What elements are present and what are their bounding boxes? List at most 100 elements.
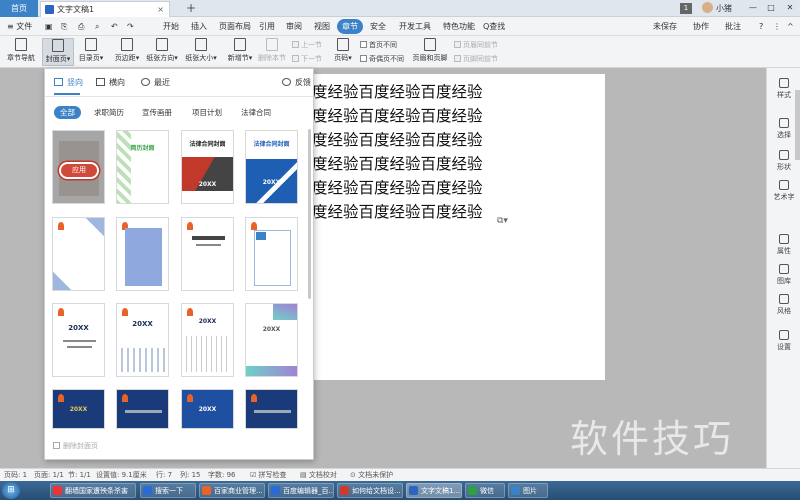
collab-button[interactable]: 协作 — [690, 19, 712, 34]
header-same-checkbox[interactable]: 页眉同前节 — [454, 40, 498, 51]
sidebar-properties[interactable]: 属性 — [767, 234, 800, 256]
cover-template[interactable] — [181, 217, 234, 291]
chip-resume[interactable]: 求职简历 — [88, 106, 130, 119]
search-button[interactable]: Q查找 — [480, 19, 508, 34]
paper-size-button[interactable]: 纸张大小▾ — [182, 38, 220, 63]
footer-same-checkbox[interactable]: 页脚同前节 — [454, 54, 498, 65]
doc-text-line[interactable]: 度经验百度经验百度经验 — [312, 176, 483, 198]
menu-item-features[interactable]: 特色功能 — [440, 19, 478, 34]
delete-cover-button[interactable]: 删除封面页 — [53, 441, 98, 451]
close-tab-icon[interactable]: × — [157, 2, 164, 17]
odd-even-diff-checkbox[interactable]: 奇偶页不同 — [360, 54, 404, 65]
minimize-button[interactable]: — — [744, 0, 762, 17]
new-section-button[interactable]: 新增节▾ — [224, 38, 256, 63]
tab-recent[interactable]: 最近 — [141, 76, 170, 90]
menu-item-insert[interactable]: 插入 — [188, 19, 210, 34]
toc-page-button[interactable]: 目录页▾ — [76, 38, 106, 63]
cover-template[interactable]: 法律合同封面 20XX — [181, 130, 234, 204]
menu-item-references[interactable]: 引用 — [256, 19, 278, 34]
open-icon[interactable]: ⎘ — [58, 19, 70, 34]
doc-text-line[interactable]: 度经验百度经验百度经验 — [312, 200, 483, 222]
delete-section-button[interactable]: 删除本节 — [256, 38, 288, 63]
cover-template[interactable] — [245, 217, 298, 291]
menu-item-review[interactable]: 审阅 — [283, 19, 305, 34]
taskbar-item[interactable]: 如何给文档设... — [337, 483, 403, 498]
cover-template[interactable]: 法律合同封面 20XX — [245, 130, 298, 204]
menu-item-layout[interactable]: 页面布局 — [216, 19, 254, 34]
more-icon[interactable]: ⋮ — [770, 19, 784, 34]
cover-template[interactable]: 20XX — [181, 389, 234, 429]
menu-item-view[interactable]: 视图 — [311, 19, 333, 34]
help-icon[interactable]: ? — [756, 19, 766, 34]
proofread-button[interactable]: ▤ 文档校对 — [300, 470, 337, 481]
page-number-button[interactable]: 页码▾ — [330, 38, 356, 63]
vertical-scrollbar[interactable] — [795, 90, 800, 160]
unsaved-status[interactable]: 未保存 — [650, 19, 680, 34]
chip-project[interactable]: 项目计划 — [186, 106, 228, 119]
start-button[interactable]: ⊞ — [2, 482, 20, 499]
undo-icon[interactable]: ↶ — [108, 19, 121, 34]
doc-text-line[interactable]: 度经验百度经验百度经验 — [312, 80, 483, 102]
cover-template[interactable]: 简历封面 — [116, 130, 169, 204]
menu-item-sections[interactable]: 章节 — [337, 19, 363, 34]
maximize-button[interactable]: □ — [762, 0, 780, 17]
menu-item-security[interactable]: 安全 — [367, 19, 389, 34]
header-footer-button[interactable]: 页眉和页脚 — [410, 38, 450, 63]
taskbar-item[interactable]: 图片 — [508, 483, 548, 498]
cover-template[interactable]: 20XX — [245, 303, 298, 377]
paste-options-icon[interactable]: ⧉▾ — [497, 216, 508, 226]
taskbar-item[interactable]: 微信 — [465, 483, 505, 498]
cover-template[interactable]: 应用 — [52, 130, 105, 204]
panel-scrollbar[interactable] — [308, 129, 311, 299]
section-nav-button[interactable]: 章节导航 — [4, 38, 38, 63]
cover-template[interactable] — [245, 389, 298, 429]
feedback-button[interactable]: 反馈 — [282, 76, 311, 90]
window-count-badge[interactable]: 1 — [680, 3, 692, 14]
user-account[interactable]: 小猪 — [702, 2, 732, 15]
next-section-button[interactable]: 下一节 — [292, 54, 322, 65]
doc-text-line[interactable]: 度经验百度经验百度经验 — [312, 152, 483, 174]
orientation-button[interactable]: 纸张方向▾ — [144, 38, 180, 63]
cover-template[interactable] — [116, 389, 169, 429]
save-icon[interactable]: ▣ — [42, 19, 56, 34]
taskbar-item[interactable]: 文字文稿1... — [406, 483, 462, 498]
sidebar-wordart[interactable]: 艺术字 — [767, 180, 800, 202]
cover-template[interactable]: 20XX — [181, 303, 234, 377]
cover-template[interactable] — [116, 217, 169, 291]
home-tab[interactable]: 首页 — [0, 0, 38, 17]
chip-all[interactable]: 全部 — [54, 106, 81, 119]
apply-button[interactable]: 应用 — [61, 164, 97, 177]
taskbar-item[interactable]: 百家商业管理... — [199, 483, 265, 498]
taskbar-item[interactable]: 搜索一下 — [140, 483, 196, 498]
cover-page-button[interactable]: 封面页▾ — [42, 38, 74, 66]
menu-item-start[interactable]: 开始 — [160, 19, 182, 34]
sidebar-settings[interactable]: 设置 — [767, 330, 800, 352]
margins-button[interactable]: 页边距▾ — [112, 38, 142, 63]
chip-brochure[interactable]: 宣传画册 — [136, 106, 178, 119]
protection-status[interactable]: ⊙ 文档未保护 — [350, 470, 393, 481]
collapse-ribbon-icon[interactable]: ^ — [784, 19, 797, 34]
cover-template[interactable]: 20XX — [52, 389, 105, 429]
print-icon[interactable]: ⎙ — [75, 19, 87, 34]
taskbar-item[interactable]: 翻墙国家遭殃条杀害 — [50, 483, 136, 498]
close-window-button[interactable]: ✕ — [780, 0, 800, 17]
annotate-button[interactable]: 批注 — [722, 19, 744, 34]
first-page-diff-checkbox[interactable]: 首页不同 — [360, 40, 397, 51]
doc-text-line[interactable]: 度经验百度经验百度经验 — [312, 128, 483, 150]
tab-portrait[interactable]: 竖向 — [54, 76, 83, 90]
prev-section-button[interactable]: 上一节 — [292, 40, 322, 51]
document-page[interactable]: 度经验百度经验百度经验 度经验百度经验百度经验 度经验百度经验百度经验 度经验百… — [300, 74, 605, 380]
preview-icon[interactable]: ⌕ — [92, 19, 102, 34]
document-tab[interactable]: 文字文稿1 × — [40, 1, 170, 17]
cover-template[interactable]: 20XX — [116, 303, 169, 377]
file-menu[interactable]: ≡ 文件 — [4, 19, 35, 34]
menu-item-developer[interactable]: 开发工具 — [396, 19, 434, 34]
cover-template[interactable] — [52, 217, 105, 291]
cover-template[interactable]: 20XX — [52, 303, 105, 377]
tab-landscape[interactable]: 横向 — [96, 76, 125, 90]
spell-check-toggle[interactable]: ☑ 拼写检查 — [250, 470, 287, 481]
taskbar-item[interactable]: 百度编辑器_百... — [268, 483, 334, 498]
new-tab-button[interactable]: + — [186, 1, 196, 15]
chip-contract[interactable]: 法律合同 — [235, 106, 277, 119]
doc-text-line[interactable]: 度经验百度经验百度经验 — [312, 104, 483, 126]
